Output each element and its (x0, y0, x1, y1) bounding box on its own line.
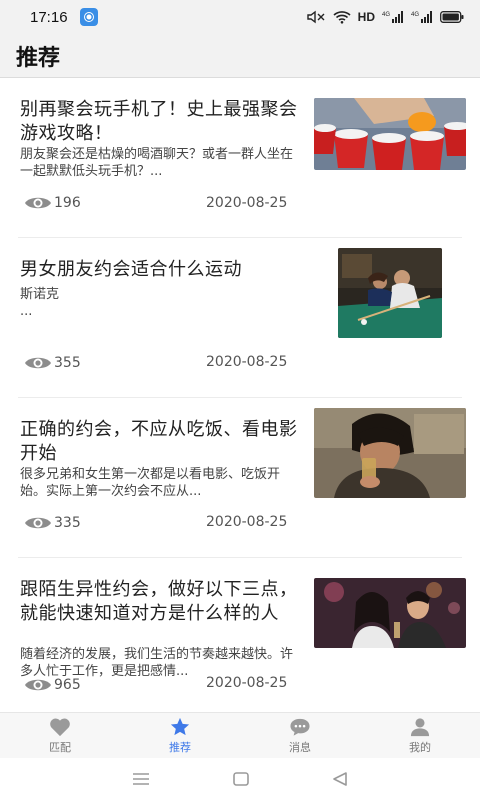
article-date: 2020-08-25 (206, 675, 288, 691)
svg-text:4G: 4G (382, 12, 390, 18)
signal-icon-2: 4G (411, 11, 432, 23)
mute-icon (306, 10, 325, 24)
back-icon[interactable] (332, 772, 348, 786)
tab-label: 我的 (409, 740, 431, 754)
chat-icon (290, 718, 310, 736)
status-time: 17:16 (30, 8, 68, 26)
system-navigation-bar (0, 758, 480, 800)
status-bar: 17:16 HD 4G 4G (0, 0, 480, 34)
article-feed[interactable]: 别再聚会玩手机了！史上最强聚会游戏攻略！ 朋友聚会还是枯燥的喝酒聊天？或者一群人… (0, 78, 480, 712)
article-title[interactable]: 男女朋友约会适合什么运动 (20, 258, 302, 282)
article-thumbnail-billiards[interactable] (338, 248, 442, 338)
view-count: 335 (54, 515, 81, 531)
article-thumbnail-beer-pong[interactable] (314, 98, 466, 170)
app-header: 推荐 (0, 34, 480, 78)
battery-icon (440, 11, 464, 23)
view-count: 355 (54, 355, 81, 371)
views-eye-icon (25, 197, 51, 209)
article-date: 2020-08-25 (206, 514, 288, 530)
view-count: 196 (54, 195, 81, 211)
article-summary: 朋友聚会还是枯燥的喝酒聊天？或者一群人坐在一起默默低头玩手机？... (20, 147, 294, 179)
tab-label: 推荐 (169, 740, 191, 754)
views-eye-icon (25, 679, 51, 691)
tab-profile[interactable]: 我的 (360, 713, 480, 758)
svg-text:4G: 4G (411, 12, 419, 18)
wifi-icon (333, 11, 351, 24)
user-icon (410, 717, 430, 736)
home-icon[interactable] (233, 772, 249, 786)
app-notification-icon (79, 8, 98, 26)
article-date: 2020-08-25 (206, 354, 288, 370)
article-thumbnail-drinking[interactable] (314, 408, 466, 498)
heart-icon (50, 718, 70, 736)
article-summary: 斯诺克 ... (20, 287, 60, 319)
article-card[interactable]: 跟陌生异性约会，做好以下三点，就能快速知道对方是什么样的人 随着经济的发展，我们… (0, 558, 480, 712)
tab-messages[interactable]: 消息 (240, 713, 360, 758)
article-title[interactable]: 跟陌生异性约会，做好以下三点，就能快速知道对方是什么样的人 (20, 578, 302, 626)
article-title[interactable]: 别再聚会玩手机了！史上最强聚会游戏攻略！ (20, 98, 302, 146)
star-icon (170, 717, 190, 735)
view-count: 965 (54, 677, 81, 693)
article-card[interactable]: 别再聚会玩手机了！史上最强聚会游戏攻略！ 朋友聚会还是枯燥的喝酒聊天？或者一群人… (0, 78, 480, 238)
tab-label: 消息 (289, 740, 311, 754)
article-card[interactable]: 男女朋友约会适合什么运动 斯诺克 ... 355 2020-08-25 (0, 238, 480, 398)
article-summary: 很多兄弟和女生第一次都是以看电影、吃饭开始。实际上第一次约会不应从... (20, 467, 281, 499)
tab-recommend[interactable]: 推荐 (120, 713, 240, 758)
views-eye-icon (25, 517, 51, 529)
bottom-tab-bar: 匹配 推荐 消息 我的 (0, 712, 480, 758)
article-title[interactable]: 正确的约会，不应从吃饭、看电影开始 (20, 418, 302, 466)
page-title: 推荐 (16, 46, 61, 71)
article-card[interactable]: 正确的约会，不应从吃饭、看电影开始 很多兄弟和女生第一次都是以看电影、吃饭开始。… (0, 398, 480, 558)
signal-icon: 4G (382, 11, 403, 23)
article-thumbnail-bar-date[interactable] (314, 578, 466, 648)
article-date: 2020-08-25 (206, 195, 288, 211)
views-eye-icon (25, 357, 51, 369)
network-type-label: HD (357, 10, 375, 24)
tab-label: 匹配 (49, 740, 71, 754)
tab-match[interactable]: 匹配 (0, 713, 120, 758)
menu-icon[interactable] (132, 772, 150, 786)
